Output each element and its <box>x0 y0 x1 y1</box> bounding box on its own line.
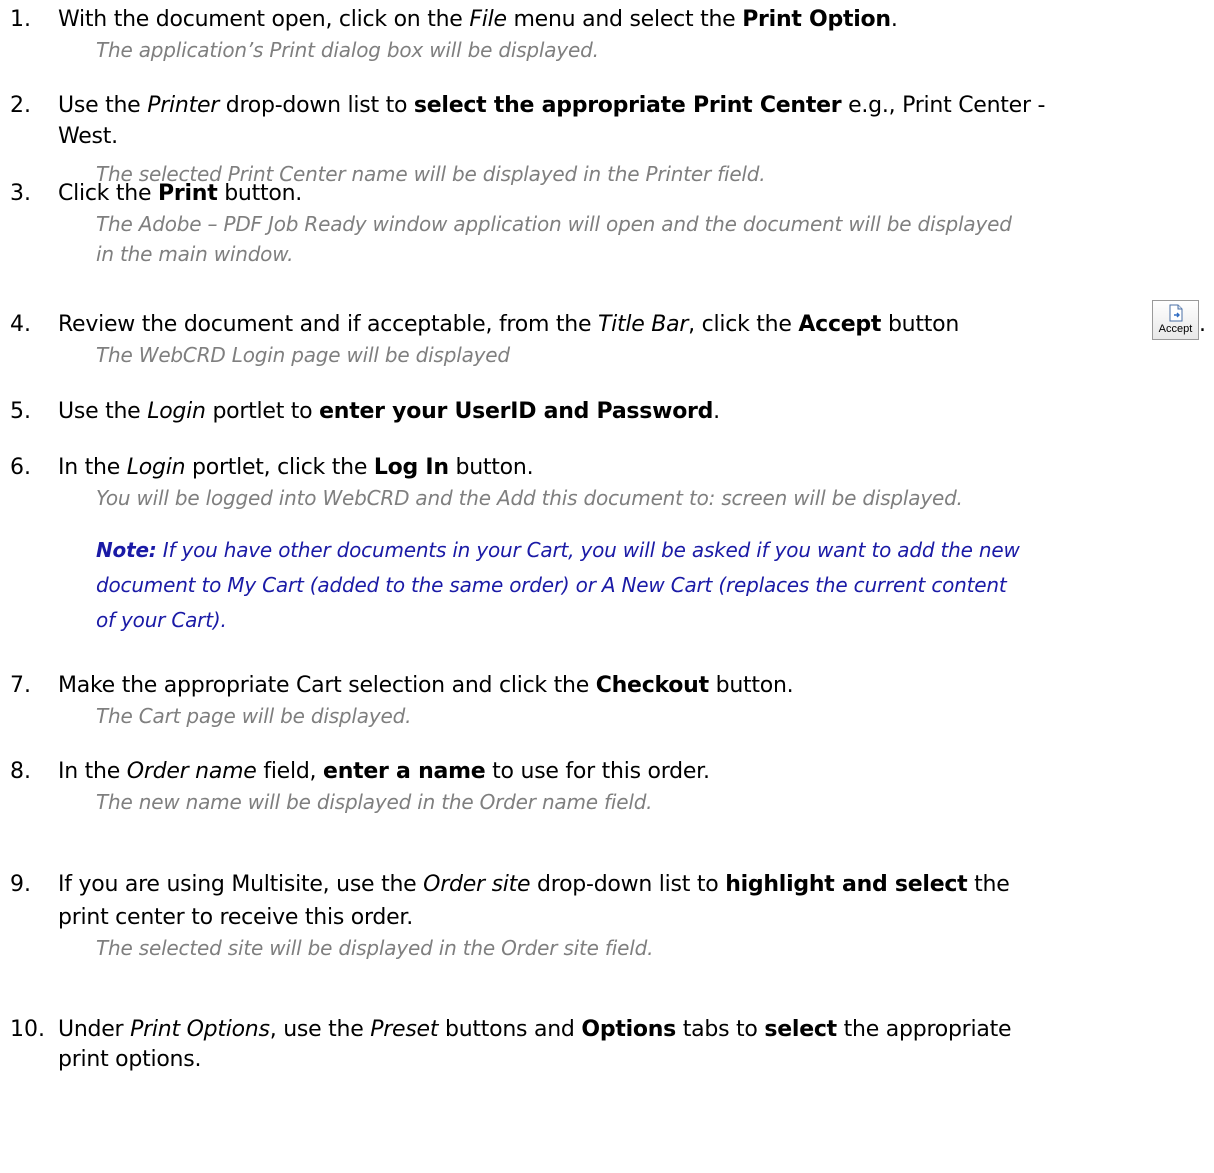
step-number: 1. <box>10 7 31 32</box>
step-7-result: The Cart page will be displayed. <box>96 704 412 728</box>
step-number: 7. <box>10 673 31 698</box>
accept-button-image: Accept <box>1152 300 1199 340</box>
step-2-continuation: West. <box>58 124 118 149</box>
field-name-printer: Printer <box>147 93 220 118</box>
step-9-result: The selected site will be displayed in t… <box>96 936 654 960</box>
step-number: 8. <box>10 759 31 784</box>
step-number: 10. <box>10 1017 45 1042</box>
portlet-name-login: Login <box>126 455 186 480</box>
button-group-preset: Preset <box>370 1017 439 1042</box>
section-name-print-options: Print Options <box>130 1017 270 1042</box>
accept-icon-label: Accept <box>1158 323 1193 335</box>
menu-name-file: File <box>469 7 507 32</box>
button-name-checkout: Checkout <box>595 673 709 698</box>
note-line-1: Note: If you have other documents in you… <box>96 538 1020 562</box>
step-number: 6. <box>10 455 31 480</box>
step-number: 5. <box>10 399 31 424</box>
step-9-continuation: print center to receive this order. <box>58 905 413 930</box>
tabs-name-options: Options <box>581 1017 677 1042</box>
field-name-order-site: Order site <box>423 872 531 897</box>
step-3-result-continued: in the main window. <box>96 242 294 266</box>
step-4-result: The WebCRD Login page will be displayed <box>96 343 510 367</box>
step-6-result: You will be logged into WebCRD and the A… <box>96 486 963 510</box>
option-print: Print Option <box>742 7 891 32</box>
note-label: Note: <box>96 538 157 562</box>
portlet-name-login: Login <box>147 399 206 424</box>
step-8-result: The new name will be displayed in the Or… <box>96 790 653 814</box>
step-4-trailing-period: . <box>1199 312 1206 337</box>
area-name-title-bar: Title Bar <box>597 312 689 337</box>
note-line-2: document to My Cart (added to the same o… <box>96 573 1007 597</box>
note-line-3: of your Cart). <box>96 608 227 632</box>
step-1-result: The application’s Print dialog box will … <box>96 38 599 62</box>
step-number: 2. <box>10 93 31 118</box>
step-3-result: The Adobe – PDF Job Ready window applica… <box>96 212 1012 236</box>
step-number: 4. <box>10 312 31 337</box>
button-name-accept: Accept <box>798 312 882 337</box>
step-10-continuation: print options. <box>58 1047 202 1072</box>
button-name-log-in: Log In <box>373 455 449 480</box>
button-name-print: Print <box>158 181 218 206</box>
accept-document-icon <box>1169 304 1182 322</box>
step-number: 9. <box>10 872 31 897</box>
step-number: 3. <box>10 181 31 206</box>
field-name-order-name: Order name <box>126 759 257 784</box>
